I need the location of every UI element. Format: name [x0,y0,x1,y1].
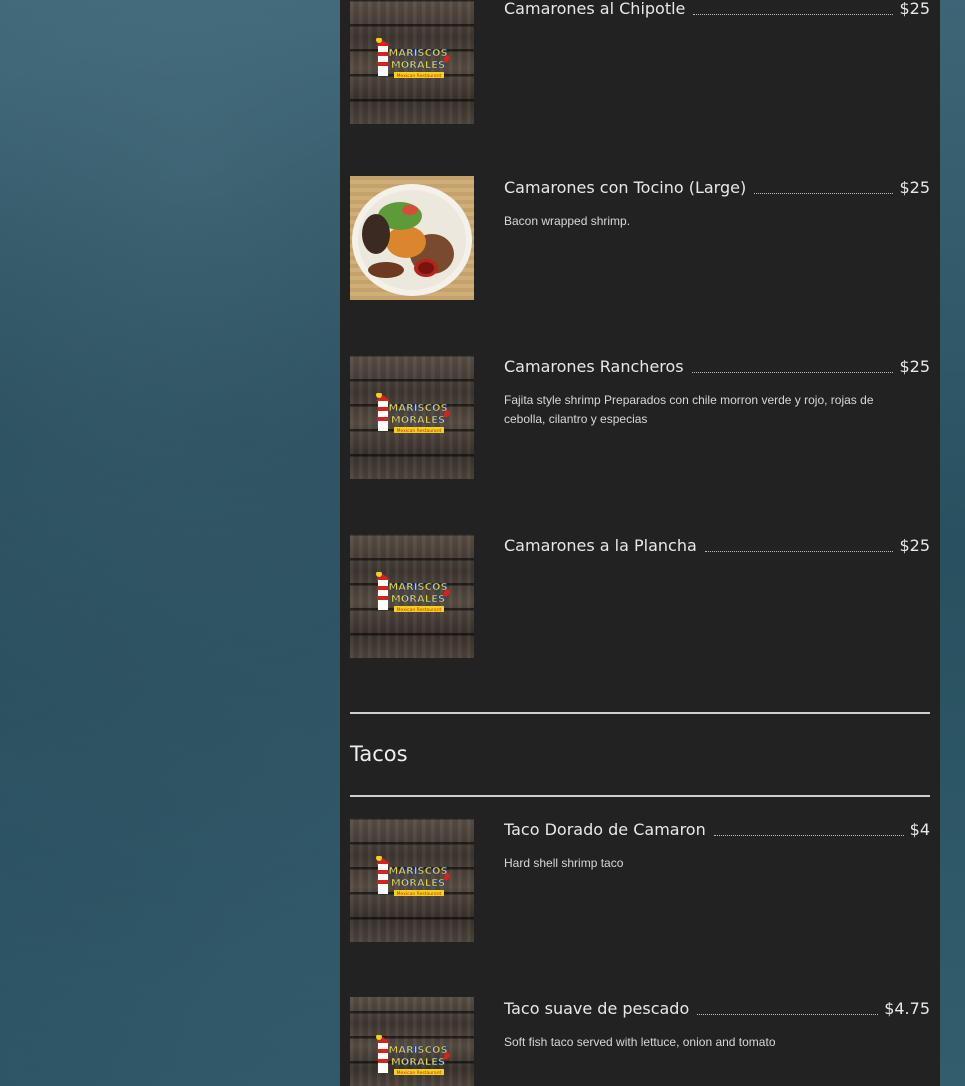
mariscos-logo-icon: MARISCOS MORALES Mexican Restaurant [376,1035,450,1076]
svg-text:MORALES: MORALES [391,415,445,426]
svg-text:MARISCOS: MARISCOS [388,582,447,593]
menu-item: MARISCOS MORALES Mexican Restaurant Cama… [350,0,930,124]
menu-item: MARISCOS MORALES Mexican Restaurant Cama… [350,355,930,479]
section-divider-top [350,712,930,714]
item-image[interactable]: MARISCOS MORALES Mexican Restaurant [350,818,474,942]
svg-text:Mexican Restaurant: Mexican Restaurant [397,891,442,897]
section-divider-bottom [350,795,930,797]
item-name[interactable]: Camarones con Tocino (Large) [504,178,746,198]
menu-item: Camarones con Tocino (Large) $25 Bacon w… [350,176,930,300]
mariscos-logo-icon: MARISCOS MORALES Mexican Restaurant [376,38,450,79]
item-price: $4 [909,820,930,839]
svg-text:MARISCOS: MARISCOS [388,403,447,414]
item-description: Soft fish taco served with lettuce, onio… [504,1035,776,1049]
item-image[interactable]: MARISCOS MORALES Mexican Restaurant [350,355,474,479]
menu-item: MARISCOS MORALES Mexican Restaurant Taco… [350,818,930,942]
svg-text:MORALES: MORALES [391,594,445,605]
menu-item: MARISCOS MORALES Mexican Restaurant Taco… [350,997,930,1086]
item-title-row: Taco suave de pescado $4.75 [504,997,930,1019]
item-description: Fajita style shrimp Preparados con chile… [504,393,874,426]
item-title-row: Camarones con Tocino (Large) $25 [504,176,930,198]
svg-text:Mexican Restaurant: Mexican Restaurant [397,428,442,434]
item-name[interactable]: Taco suave de pescado [504,999,689,1019]
item-price: $25 [899,536,930,555]
item-price: $4.75 [884,999,930,1018]
item-image[interactable] [350,176,474,300]
svg-text:MARISCOS: MARISCOS [388,866,447,877]
dot-leader [704,550,894,552]
svg-text:Mexican Restaurant: Mexican Restaurant [397,73,442,79]
mariscos-logo-icon: MARISCOS MORALES Mexican Restaurant [376,393,450,434]
dot-leader [754,192,894,194]
item-name[interactable]: Taco Dorado de Camaron [504,820,706,840]
page-background-right [940,0,965,1086]
menu-item: MARISCOS MORALES Mexican Restaurant Cama… [350,534,930,658]
item-name[interactable]: Camarones al Chipotle [504,0,685,19]
svg-text:MARISCOS: MARISCOS [388,1045,447,1056]
section-title: Tacos [350,742,408,766]
item-title-row: Taco Dorado de Camaron $4 [504,818,930,840]
dot-leader [713,834,904,836]
food-plate-photo [350,176,474,300]
mariscos-logo-icon: MARISCOS MORALES Mexican Restaurant [376,856,450,897]
item-name[interactable]: Camarones Rancheros [504,357,684,377]
dot-leader [693,13,894,15]
svg-text:MORALES: MORALES [391,878,445,889]
item-title-row: Camarones al Chipotle $25 [504,0,930,19]
item-description: Bacon wrapped shrimp. [504,214,631,228]
item-price: $25 [899,0,930,18]
svg-text:Mexican Restaurant: Mexican Restaurant [397,1070,442,1076]
item-price: $25 [899,357,930,376]
dot-leader [697,1013,879,1015]
item-title-row: Camarones Rancheros $25 [504,355,930,377]
mariscos-logo-icon: MARISCOS MORALES Mexican Restaurant [376,572,450,613]
item-image[interactable]: MARISCOS MORALES Mexican Restaurant [350,997,474,1086]
item-price: $25 [899,178,930,197]
item-image[interactable]: MARISCOS MORALES Mexican Restaurant [350,0,474,124]
item-description: Hard shell shrimp taco [504,856,624,870]
svg-text:Mexican Restaurant: Mexican Restaurant [397,607,442,613]
svg-text:MORALES: MORALES [391,60,445,71]
svg-text:MORALES: MORALES [391,1057,445,1068]
menu-panel: MARISCOS MORALES Mexican Restaurant Cama… [340,0,940,1086]
svg-text:MARISCOS: MARISCOS [388,48,447,59]
item-name[interactable]: Camarones a la Plancha [504,536,697,556]
item-title-row: Camarones a la Plancha $25 [504,534,930,556]
item-image[interactable]: MARISCOS MORALES Mexican Restaurant [350,534,474,658]
dot-leader [691,371,894,373]
